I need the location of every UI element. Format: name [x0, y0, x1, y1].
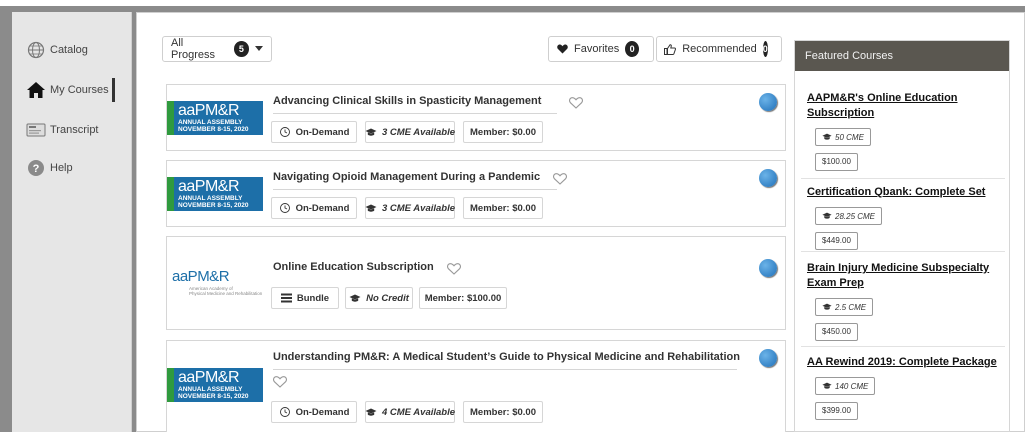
course-card[interactable]: aaPM&R ANNUAL ASSEMBLY NOVEMBER 8-15, 202…	[166, 160, 786, 227]
heart-icon	[557, 44, 568, 54]
progress-status-icon	[759, 169, 777, 187]
credit-tag: 3 CME Available	[365, 197, 455, 219]
graduation-cap-icon	[365, 408, 377, 417]
on-demand-icon	[279, 126, 291, 138]
sidebar-item-catalog[interactable]: Catalog	[26, 38, 88, 62]
course-logo: aaPM&R ANNUAL ASSEMBLY NOVEMBER 8-15, 202…	[167, 85, 263, 150]
featured-courses-panel: Featured Courses AAPM&R's Online Educati…	[794, 40, 1010, 432]
favorites-label: Favorites	[574, 43, 620, 55]
credit-tag: No Credit	[345, 287, 413, 309]
progress-status-icon	[759, 349, 777, 367]
progress-filter-label: All Progress	[171, 37, 216, 61]
sidebar: Catalog My Courses Transcript ? Help	[12, 12, 132, 432]
graduation-cap-icon	[349, 294, 361, 303]
course-logo: aaPM&R American Academy of Physical Medic…	[172, 268, 263, 296]
sidebar-item-transcript[interactable]: Transcript	[26, 118, 99, 142]
progress-status-icon	[759, 259, 777, 277]
favorites-filter-button[interactable]: Favorites 0	[548, 36, 654, 62]
transcript-icon	[26, 120, 46, 140]
on-demand-icon	[279, 202, 291, 214]
divider	[801, 346, 1005, 347]
featured-course-item[interactable]: Brain Injury Medicine Subspecialty Exam …	[807, 261, 1001, 341]
featured-price-tag: $399.00	[815, 401, 858, 420]
progress-status-icon	[759, 93, 777, 111]
featured-credit-tag: 50 CME	[815, 128, 871, 146]
course-title[interactable]: Navigating Opioid Management During a Pa…	[273, 171, 540, 183]
featured-credit-tag: 28.25 CME	[815, 207, 883, 225]
thumbs-up-icon	[664, 43, 677, 55]
featured-price-tag: $449.00	[815, 231, 858, 250]
course-card[interactable]: aaPM&R ANNUAL ASSEMBLY NOVEMBER 8-15, 202…	[166, 84, 786, 151]
format-tag: On-Demand	[271, 197, 357, 219]
graduation-cap-icon	[365, 128, 377, 137]
format-tag: On-Demand	[271, 401, 357, 423]
graduation-cap-icon	[822, 212, 832, 220]
featured-course-title[interactable]: AA Rewind 2019: Complete Package	[807, 355, 1001, 370]
help-icon: ?	[26, 158, 46, 178]
featured-course-title[interactable]: Certification Qbank: Complete Set	[807, 185, 1001, 200]
recommended-count-badge: 0	[762, 41, 768, 57]
format-tag: On-Demand	[271, 121, 357, 143]
sidebar-item-label: My Courses	[50, 84, 109, 96]
sidebar-item-my-courses[interactable]: My Courses	[26, 78, 109, 102]
bundle-icon	[280, 293, 292, 303]
graduation-cap-icon	[822, 133, 832, 141]
format-tag: Bundle	[271, 287, 339, 309]
price-tag: Member: $0.00	[463, 197, 543, 219]
featured-course-title[interactable]: Brain Injury Medicine Subspecialty Exam …	[807, 261, 1001, 291]
svg-text:?: ?	[33, 163, 40, 175]
price-tag: Member: $100.00	[419, 287, 507, 309]
home-icon	[26, 80, 46, 100]
price-tag: Member: $0.00	[463, 401, 543, 423]
sidebar-item-label: Help	[50, 162, 73, 174]
globe-icon	[26, 40, 46, 60]
featured-price-tag: $450.00	[815, 322, 858, 341]
favorite-heart-icon[interactable]	[447, 260, 461, 279]
featured-course-title[interactable]: AAPM&R's Online Education Subscription	[807, 91, 1001, 121]
course-card[interactable]: aaPM&R ANNUAL ASSEMBLY NOVEMBER 8-15, 202…	[166, 340, 786, 432]
course-title[interactable]: Advancing Clinical Skills in Spasticity …	[273, 95, 541, 107]
on-demand-icon	[279, 406, 291, 418]
featured-header: Featured Courses	[795, 41, 1009, 71]
course-card[interactable]: aaPM&R American Academy of Physical Medic…	[166, 236, 786, 330]
favorite-heart-icon[interactable]	[273, 373, 287, 392]
featured-course-item[interactable]: AAPM&R's Online Education Subscription 5…	[807, 91, 1001, 171]
active-nav-indicator	[112, 78, 115, 102]
progress-filter-dropdown[interactable]: All Progress 5	[162, 36, 272, 62]
favorite-heart-icon[interactable]	[569, 94, 583, 113]
graduation-cap-icon	[822, 303, 832, 311]
favorites-count-badge: 0	[625, 41, 639, 57]
featured-credit-tag: 2.5 CME	[815, 298, 874, 316]
sidebar-item-label: Transcript	[50, 124, 99, 136]
price-tag: Member: $0.00	[463, 121, 543, 143]
recommended-filter-button[interactable]: Recommended 0	[656, 36, 782, 62]
course-title[interactable]: Online Education Subscription	[273, 261, 434, 273]
credit-tag: 4 CME Available	[365, 401, 455, 423]
favorite-heart-icon[interactable]	[553, 170, 567, 189]
title-underline	[273, 189, 557, 190]
sidebar-item-label: Catalog	[50, 44, 88, 56]
credit-tag: 3 CME Available	[365, 121, 455, 143]
course-logo: aaPM&R ANNUAL ASSEMBLY NOVEMBER 8-15, 202…	[167, 161, 263, 226]
featured-credit-tag: 140 CME	[815, 377, 876, 395]
chevron-down-icon	[255, 43, 263, 55]
sidebar-item-help[interactable]: ? Help	[26, 156, 73, 180]
featured-price-tag: $100.00	[815, 152, 858, 171]
title-underline	[273, 113, 557, 114]
graduation-cap-icon	[822, 382, 832, 390]
featured-course-item[interactable]: Certification Qbank: Complete Set 28.25 …	[807, 185, 1001, 250]
progress-count-badge: 5	[233, 41, 249, 57]
recommended-label: Recommended	[682, 43, 757, 55]
course-logo: aaPM&R ANNUAL ASSEMBLY NOVEMBER 8-15, 202…	[167, 341, 263, 429]
divider	[801, 251, 1005, 252]
course-title[interactable]: Understanding PM&R: A Medical Student’s …	[273, 351, 740, 363]
divider	[801, 178, 1005, 179]
graduation-cap-icon	[365, 204, 377, 213]
title-underline	[273, 369, 737, 370]
featured-course-item[interactable]: AA Rewind 2019: Complete Package 140 CME…	[807, 355, 1001, 420]
